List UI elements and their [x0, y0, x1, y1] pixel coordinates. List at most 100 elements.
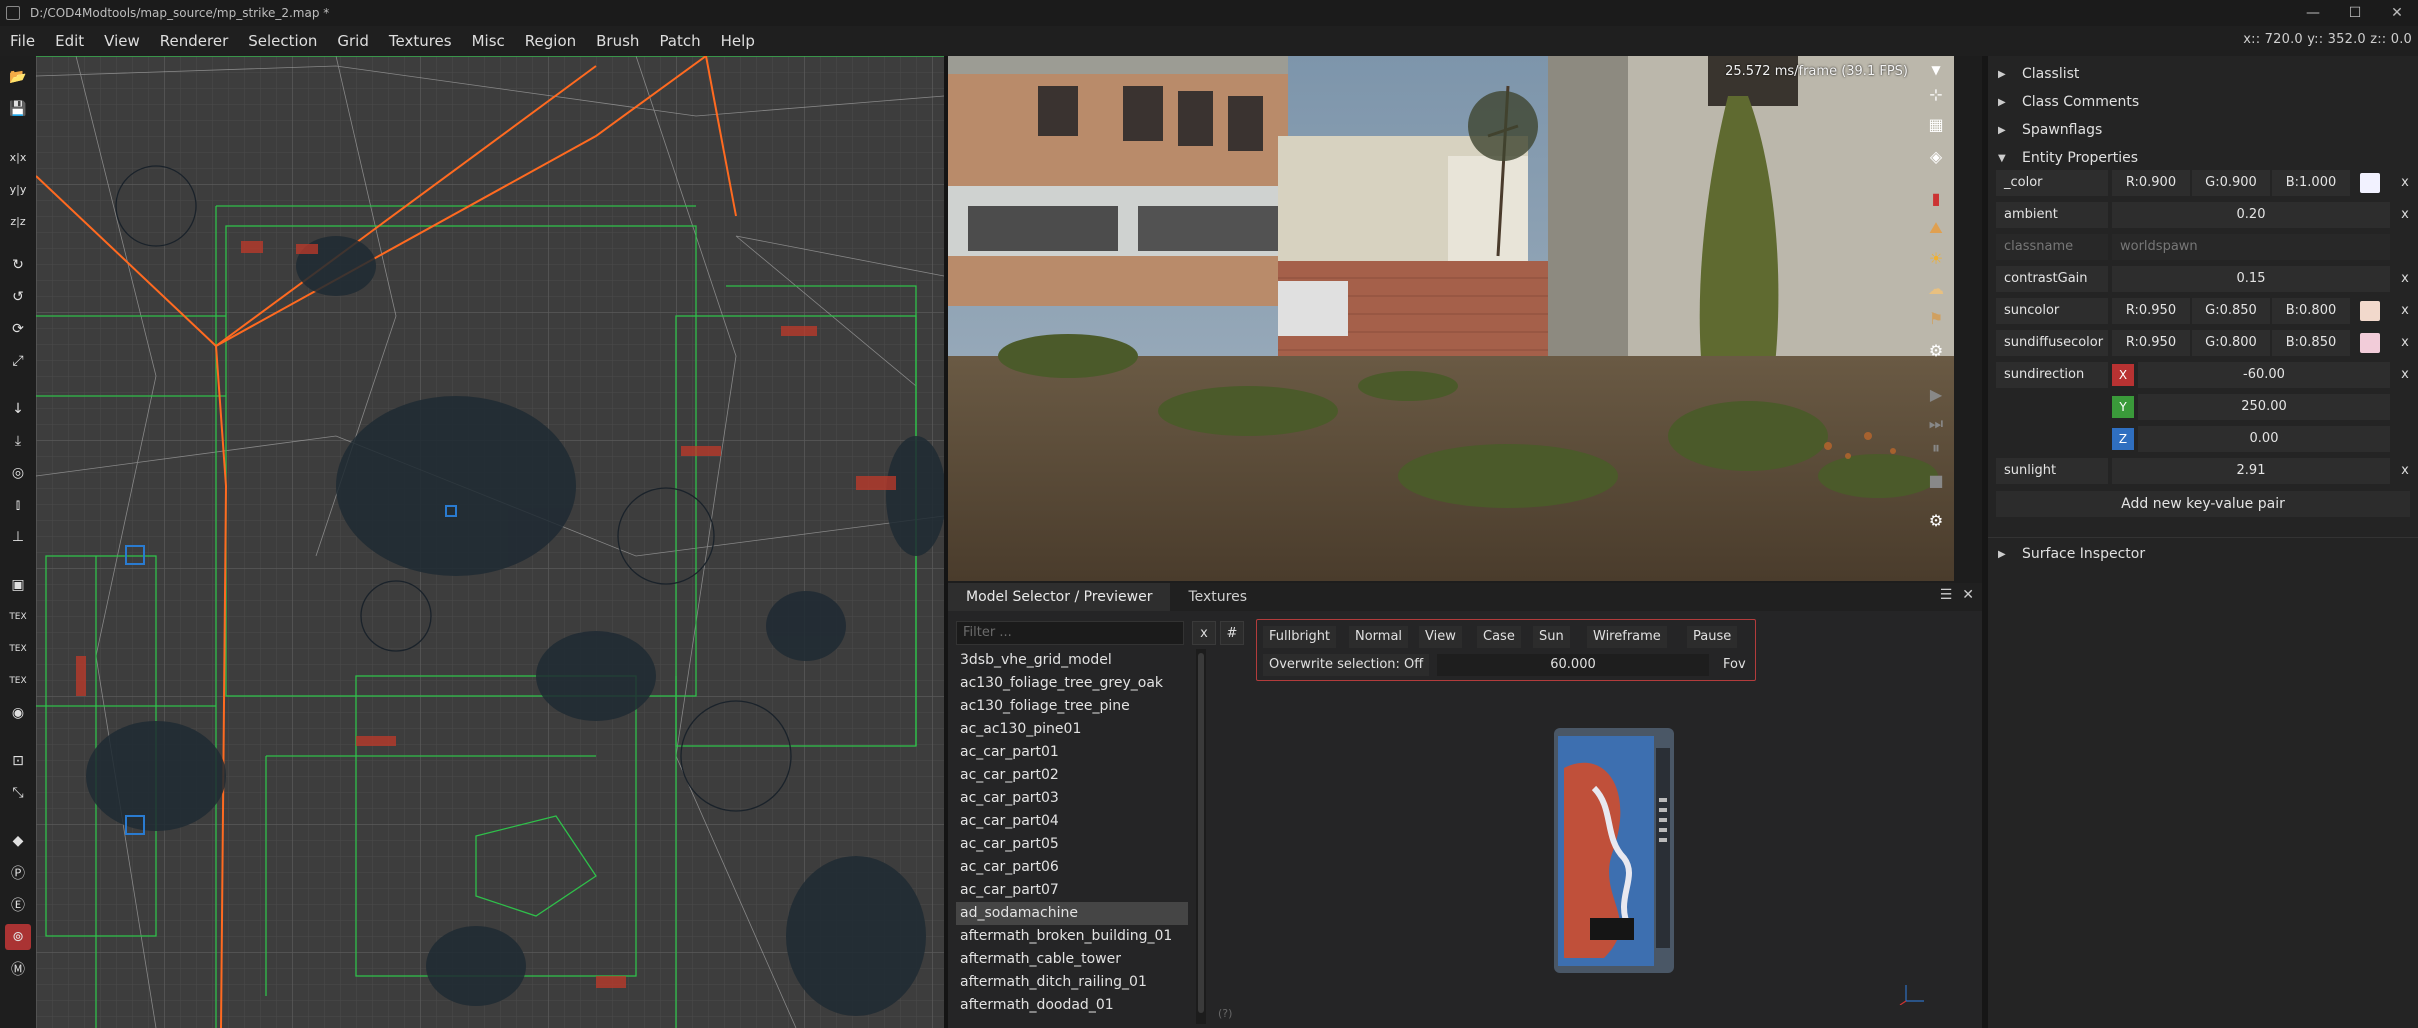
sundirection-z-field[interactable]: 0.00 — [2138, 426, 2390, 452]
menu-selection[interactable]: Selection — [238, 32, 327, 50]
sundiffuse-g-field[interactable]: G:0.800 — [2192, 330, 2270, 356]
add-key-value-button[interactable]: Add new key-value pair — [1996, 491, 2410, 517]
ring-icon[interactable]: ◎ — [5, 460, 31, 486]
list-item[interactable]: ac_car_part03 — [956, 787, 1188, 810]
list-item[interactable]: aftermath_doodad_01 — [956, 994, 1188, 1017]
suncolor-swatch[interactable] — [2360, 301, 2380, 321]
scale-icon[interactable]: ⤢ — [5, 348, 31, 374]
tex-x-icon[interactable]: TEX — [5, 604, 31, 630]
delete-property-button[interactable]: x — [2398, 170, 2412, 196]
list-item[interactable]: aftermath_cable_tower — [956, 948, 1188, 971]
section-entity-properties[interactable]: ▼ Entity Properties — [1998, 146, 2138, 170]
pause-icon[interactable]: ⏸ — [1924, 436, 1948, 460]
case-button[interactable]: Case — [1477, 626, 1521, 648]
model-filter-input[interactable]: Filter ... — [956, 621, 1184, 645]
m-icon[interactable]: Ⓜ — [5, 956, 31, 982]
section-classlist[interactable]: ▶ Classlist — [1998, 62, 2079, 86]
flip-y-icon[interactable]: y|y — [5, 176, 31, 202]
property-key[interactable]: sunlight — [1996, 458, 2108, 484]
clear-filter-button[interactable]: x — [1192, 621, 1216, 645]
delete-property-button[interactable]: x — [2398, 458, 2412, 484]
fog-icon[interactable]: ☁ — [1924, 276, 1948, 300]
rotate-z-icon[interactable]: ⟳ — [5, 316, 31, 342]
menu-textures[interactable]: Textures — [379, 32, 462, 50]
scale-box-icon[interactable]: ⊡ — [5, 748, 31, 774]
color-b-field[interactable]: B:1.000 — [2272, 170, 2350, 196]
rotate-y-icon[interactable]: ↺ — [5, 284, 31, 310]
list-item[interactable]: aftermath_broken_building_01 — [956, 925, 1188, 948]
section-surface-inspector[interactable]: ▶ Surface Inspector — [1998, 542, 2145, 566]
play-icon[interactable]: ▶ — [1924, 382, 1948, 406]
menu-brush[interactable]: Brush — [586, 32, 649, 50]
delete-property-button[interactable]: x — [2398, 266, 2412, 292]
property-key[interactable]: suncolor — [1996, 298, 2108, 324]
hash-button[interactable]: # — [1220, 621, 1244, 645]
menu-region[interactable]: Region — [515, 32, 586, 50]
p-icon[interactable]: Ⓟ — [5, 860, 31, 886]
sundirection-x-field[interactable]: -60.00 — [2138, 362, 2390, 388]
camera-settings-icon[interactable]: ⚙ — [1924, 508, 1948, 532]
axis-gizmo-icon[interactable]: ⊹ — [1924, 82, 1948, 106]
stop-icon[interactable]: ■ — [1924, 468, 1948, 492]
panel-menu-icon[interactable]: ☰ — [1940, 587, 1953, 603]
flip-z-icon[interactable]: z|z — [5, 208, 31, 234]
sun-button[interactable]: Sun — [1533, 626, 1570, 648]
view-button[interactable]: View — [1419, 626, 1462, 648]
property-key[interactable]: ambient — [1996, 202, 2108, 228]
dropdown-icon[interactable]: ▼ — [1924, 58, 1948, 82]
menu-view[interactable]: View — [94, 32, 150, 50]
section-spawnflags[interactable]: ▶ Spawnflags — [1998, 118, 2102, 142]
property-value[interactable]: 2.91 — [2112, 458, 2390, 484]
e-icon[interactable]: Ⓔ — [5, 892, 31, 918]
list-item[interactable]: aftermath_ditch_railing_01 — [956, 971, 1188, 994]
menu-grid[interactable]: Grid — [327, 32, 378, 50]
list-item[interactable]: ac_car_part06 — [956, 856, 1188, 879]
list-item[interactable]: ac_car_part04 — [956, 810, 1188, 833]
list-item[interactable]: ac130_foliage_tree_pine — [956, 695, 1188, 718]
color-r-field[interactable]: R:0.900 — [2112, 170, 2190, 196]
step-icon[interactable]: ⏭ — [1924, 412, 1948, 436]
delete-property-button[interactable]: x — [2398, 298, 2412, 324]
soda-machine-preview[interactable] — [1544, 728, 1684, 978]
property-key[interactable]: _color — [1996, 170, 2108, 196]
list-item[interactable]: ac_car_part07 — [956, 879, 1188, 902]
menu-misc[interactable]: Misc — [462, 32, 515, 50]
list-item[interactable]: ac_car_part05 — [956, 833, 1188, 856]
flip-x-icon[interactable]: x|x — [5, 144, 31, 170]
color-swatch[interactable] — [2360, 173, 2380, 193]
list-item-selected[interactable]: ad_sodamachine — [956, 902, 1188, 925]
list-item[interactable]: ac_car_part02 — [956, 764, 1188, 787]
delete-property-button[interactable]: x — [2398, 202, 2412, 228]
grid-toggle-icon[interactable]: ▦ — [1924, 112, 1948, 136]
grid-viewport[interactable] — [36, 56, 944, 1028]
maximize-button[interactable]: ☐ — [2334, 0, 2376, 26]
fov-field[interactable]: 60.000 — [1437, 654, 1709, 676]
color-g-field[interactable]: G:0.900 — [2192, 170, 2270, 196]
close-window-button[interactable]: ✕ — [2376, 0, 2418, 26]
property-key[interactable]: sundiffusecolor — [1996, 330, 2108, 356]
menu-help[interactable]: Help — [711, 32, 765, 50]
cube-icon[interactable]: ◆ — [5, 828, 31, 854]
record-icon[interactable]: ⊚ — [5, 924, 31, 950]
tex-y-icon[interactable]: TEX — [5, 636, 31, 662]
suncolor-r-field[interactable]: R:0.950 — [2112, 298, 2190, 324]
help-marker[interactable]: (?) — [1218, 1007, 1232, 1020]
tab-model-selector[interactable]: Model Selector / Previewer — [948, 583, 1171, 611]
save-icon[interactable]: 💾 — [5, 96, 31, 122]
sun-icon[interactable]: ☀ — [1924, 246, 1948, 270]
sundirection-y-field[interactable]: 250.00 — [2138, 394, 2390, 420]
wireframe-button[interactable]: Wireframe — [1587, 626, 1667, 648]
list-item[interactable]: ac_car_part01 — [956, 741, 1188, 764]
resize-icon[interactable]: ⤡ — [5, 780, 31, 806]
light-red-icon[interactable]: ▮ — [1924, 186, 1948, 210]
pause-button[interactable]: Pause — [1687, 626, 1738, 648]
camera-viewport[interactable]: 25.572 ms/frame (39.1 FPS) ▼ ⊹ ▦ ◈ ▮ ⛰ ☀… — [948, 56, 1954, 581]
property-value[interactable]: 0.20 — [2112, 202, 2390, 228]
property-key[interactable]: contrastGain — [1996, 266, 2108, 292]
flag-icon[interactable]: ⚑ — [1924, 306, 1948, 330]
list-item[interactable]: 3dsb_vhe_grid_model — [956, 649, 1188, 672]
sundiffuse-r-field[interactable]: R:0.950 — [2112, 330, 2190, 356]
menu-renderer[interactable]: Renderer — [150, 32, 238, 50]
section-class-comments[interactable]: ▶ Class Comments — [1998, 90, 2139, 114]
delete-property-button[interactable]: x — [2398, 330, 2412, 356]
